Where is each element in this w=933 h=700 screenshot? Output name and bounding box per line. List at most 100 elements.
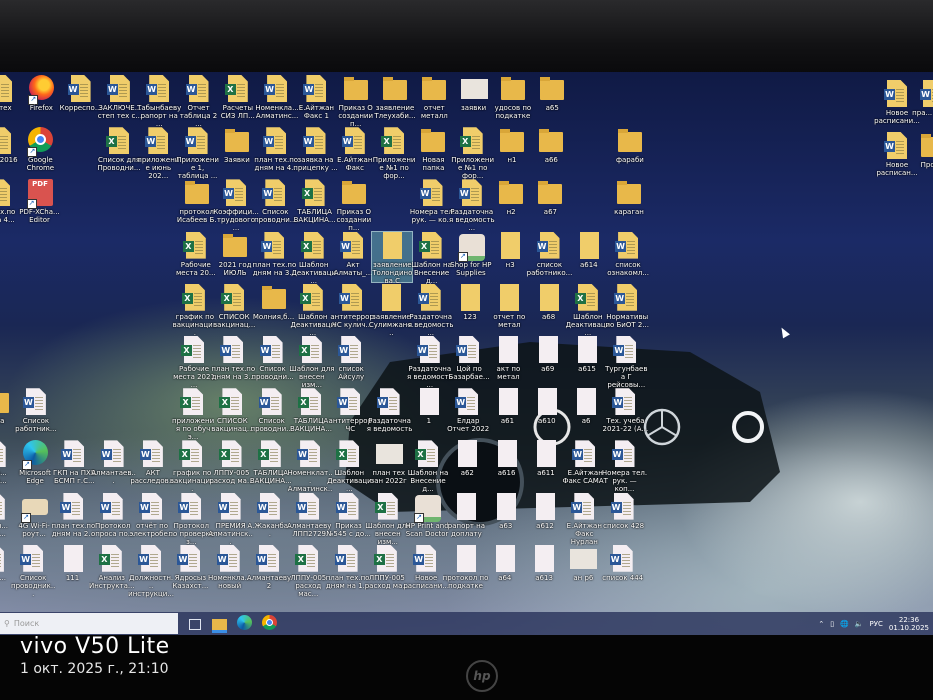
desktop-icon[interactable]: X Приложение №1 по фор... bbox=[451, 127, 494, 180]
desktop-icon[interactable]: караган bbox=[609, 179, 649, 229]
desktop-icon[interactable]: W Е.Айтжан Факс САМАТ bbox=[562, 440, 608, 490]
desktop-icon[interactable]: W Корреспо... bbox=[60, 75, 102, 125]
desktop-icon[interactable]: рапорт на доплату bbox=[446, 492, 486, 543]
desktop-icon[interactable]: Xграфик по вакцинаци... bbox=[170, 440, 214, 493]
desktop-icon[interactable]: W Номенкла... новый bbox=[208, 544, 251, 595]
desktop-icon[interactable]: Новая папка bbox=[413, 127, 453, 177]
desktop-icon[interactable]: X Список для Проводни... bbox=[97, 127, 141, 177]
desktop-icon[interactable]: протокол Исабеев Б. bbox=[177, 179, 217, 229]
desktop-icon[interactable]: W Отчет таблица 2 ... bbox=[179, 75, 219, 128]
desktop-icon[interactable]: W Е.Айтжан Факс Нурлан bbox=[564, 492, 604, 546]
desktop-icon[interactable]: Wсписок 444 bbox=[602, 544, 643, 595]
desktop-icon[interactable]: отчет металл bbox=[414, 75, 454, 125]
device-icon[interactable]: ▯ bbox=[830, 620, 834, 628]
desktop-icon[interactable]: протокол по подкатке bbox=[443, 544, 488, 595]
desktop-icon[interactable]: X Шаблон Деактиваци... bbox=[290, 283, 335, 337]
desktop-icon[interactable]: Wплан тех.по дням на 3... bbox=[211, 336, 255, 386]
desktop-icon[interactable]: W Раздаточная ведомость ... bbox=[408, 283, 453, 337]
desktop-icon[interactable]: W Новое расписани... bbox=[874, 80, 920, 130]
desktop-icon[interactable]: а65 bbox=[532, 75, 572, 125]
desktop-icon[interactable]: Wсписок 428 bbox=[603, 492, 644, 543]
desktop-icon[interactable]: Wплан тех.по дням на 4... bbox=[254, 127, 298, 177]
desktop-icon[interactable]: W ЗАКЛЮЧЕ... степ тех с... bbox=[98, 75, 142, 125]
desktop-icon[interactable]: W Номера тел. рук. — коп... bbox=[602, 440, 647, 493]
task-view-icon[interactable] bbox=[186, 615, 203, 632]
desktop-icon[interactable]: ↗...тех bbox=[0, 75, 22, 125]
file-explorer-icon[interactable] bbox=[211, 615, 228, 633]
desktop-icon[interactable]: заявление Тлеухаби... bbox=[374, 75, 416, 125]
desktop-icon[interactable]: а61 bbox=[488, 388, 528, 438]
desktop-icon[interactable]: 1 bbox=[409, 388, 449, 438]
desktop-icon[interactable]: W Алмантаеву ЛПП2729 bbox=[287, 492, 331, 543]
desktop-icon[interactable]: а63 bbox=[486, 492, 526, 543]
desktop-icon[interactable]: а6 bbox=[566, 388, 606, 438]
desktop-icon[interactable]: Wсписок ознакомл... bbox=[607, 231, 649, 282]
desktop-icon[interactable]: W Тех. учеба 2021-22 (А... bbox=[603, 388, 648, 438]
network-icon[interactable]: 🌐 bbox=[840, 620, 849, 628]
desktop-icon[interactable]: W Е.Айтжан Факс bbox=[335, 127, 375, 177]
desktop-icon[interactable]: Приказ О создании п... bbox=[336, 75, 376, 128]
desktop-icon[interactable]: W Новое расписани... bbox=[403, 544, 449, 595]
desktop-icon[interactable]: X Рабочие места 2021 ... bbox=[173, 336, 215, 389]
desktop-icon[interactable]: X Шаблон на Внесение д... bbox=[411, 231, 452, 285]
desktop-icon[interactable]: н2 bbox=[491, 179, 531, 229]
desktop-icon[interactable]: W Алмантаеву2 bbox=[247, 544, 291, 595]
desktop-icon[interactable]: W А.Жаканба... bbox=[247, 492, 292, 543]
desktop-icon[interactable]: а611 bbox=[526, 440, 566, 490]
desktop-icon[interactable]: X Приложение №1 по фор... bbox=[373, 127, 415, 180]
desktop-icon[interactable]: W Список работник... bbox=[15, 388, 57, 438]
desktop-icon[interactable]: X Шаблон Деактиваци... bbox=[291, 231, 336, 285]
desktop-icon[interactable]: а610 bbox=[527, 388, 567, 438]
desktop-icon[interactable]: X Рабочие места 20... bbox=[176, 231, 216, 282]
desktop-icon[interactable]: PDF ↗ PDF-XCha... Editor bbox=[19, 179, 60, 229]
desktop-icon[interactable]: X ЛППУ-005 расход мас... bbox=[288, 544, 328, 598]
desktop-icon[interactable]: W Список проводни... bbox=[251, 388, 293, 438]
desktop-icon[interactable]: н3 bbox=[490, 231, 530, 282]
desktop-icon[interactable]: X Шаблон на Внесение д... bbox=[408, 440, 448, 493]
desktop-icon[interactable]: 111 bbox=[53, 544, 93, 595]
desktop-icon[interactable]: Wсписок работнико... bbox=[527, 231, 572, 282]
desktop-icon[interactable]: WНоменклат... Алматинск... bbox=[287, 440, 333, 493]
desktop-icon[interactable]: Wплан тех.по дням на 2... bbox=[52, 492, 95, 543]
desktop-icon[interactable]: X Шаблон для внесен изм... bbox=[365, 492, 410, 546]
desktop-icon[interactable]: W Приказ №545 с до... bbox=[326, 492, 371, 543]
desktop-icon[interactable]: W Цой по Базарбае... bbox=[449, 336, 490, 386]
desktop-icon[interactable]: W Раздаточная ведомость bbox=[367, 388, 412, 438]
desktop-icon[interactable]: W Раздаточная ведомость ... bbox=[449, 179, 495, 232]
desktop-icon[interactable]: W Новое расписан... bbox=[876, 132, 918, 182]
taskbar-search[interactable]: ⚲ Поиск bbox=[0, 613, 178, 634]
volume-icon[interactable]: 🔈 bbox=[855, 620, 864, 628]
desktop-icon[interactable]: 123 bbox=[450, 283, 490, 334]
desktop-icon[interactable]: W Алмантаев... bbox=[91, 440, 136, 490]
chrome-icon[interactable] bbox=[262, 615, 279, 632]
desktop-icon[interactable]: а62 bbox=[447, 440, 487, 490]
desktop-icon[interactable]: X Анализ Инструкта... bbox=[89, 544, 135, 595]
desktop-icon[interactable]: Прот... bbox=[913, 132, 933, 182]
desktop-icon[interactable]: акт по метал bbox=[488, 336, 528, 386]
desktop-icon[interactable]: W Ядросыз Казахст... bbox=[170, 544, 210, 595]
desktop-icon[interactable]: ↗ Firefox bbox=[21, 75, 61, 125]
desktop-icon[interactable]: W Должностн... инструкци... bbox=[128, 544, 174, 598]
desktop-icon[interactable]: X СПИСОК вакцинац... bbox=[211, 388, 254, 438]
show-hidden-icons-chevron-icon[interactable]: ⌃ bbox=[818, 620, 824, 628]
desktop-icon[interactable]: W Список проводник... bbox=[11, 544, 55, 598]
desktop-icon[interactable]: а616 bbox=[487, 440, 527, 490]
desktop-icon[interactable]: ↗ Shop for HP Supplies bbox=[450, 232, 491, 282]
desktop-icon[interactable]: Wотчёт по электробе... bbox=[130, 492, 174, 543]
desktop-icon[interactable]: W Список проводни... bbox=[254, 179, 296, 229]
desktop-icon[interactable]: X ЛППУ-005 расход ма... bbox=[209, 440, 254, 490]
desktop-icon[interactable]: Заявки bbox=[217, 127, 257, 177]
desktop-icon[interactable]: W Приложение 1, таблица ... bbox=[176, 127, 219, 180]
desktop-icon[interactable]: W АКТ расследов... bbox=[130, 440, 175, 490]
desktop-icon[interactable]: ↗ 4G Wi-Fi-роут... bbox=[14, 493, 54, 543]
desktop-icon[interactable]: Xприложения по обуч э... bbox=[172, 388, 214, 441]
desktop-icon[interactable]: W Протокол опроса по... bbox=[91, 492, 134, 543]
desktop-icon[interactable]: Wзаявка на прицепку ... bbox=[293, 127, 338, 177]
language-indicator[interactable]: РУС bbox=[870, 620, 883, 628]
desktop-icon[interactable]: Wплан тех.по дням на 1... bbox=[326, 544, 369, 595]
desktop-icon[interactable]: удосов по подкатке bbox=[493, 75, 533, 125]
desktop-icon[interactable]: ↗ HP Print and Scan Doctor bbox=[405, 493, 449, 543]
desktop-icon[interactable]: X Шаблон Деактиваци... bbox=[327, 440, 372, 493]
desktop-icon[interactable]: W Е.Айтжан Факс 1 bbox=[296, 75, 336, 125]
desktop-icon[interactable]: X ТАБЛИЦА ВАКЦИНА... bbox=[290, 388, 332, 438]
